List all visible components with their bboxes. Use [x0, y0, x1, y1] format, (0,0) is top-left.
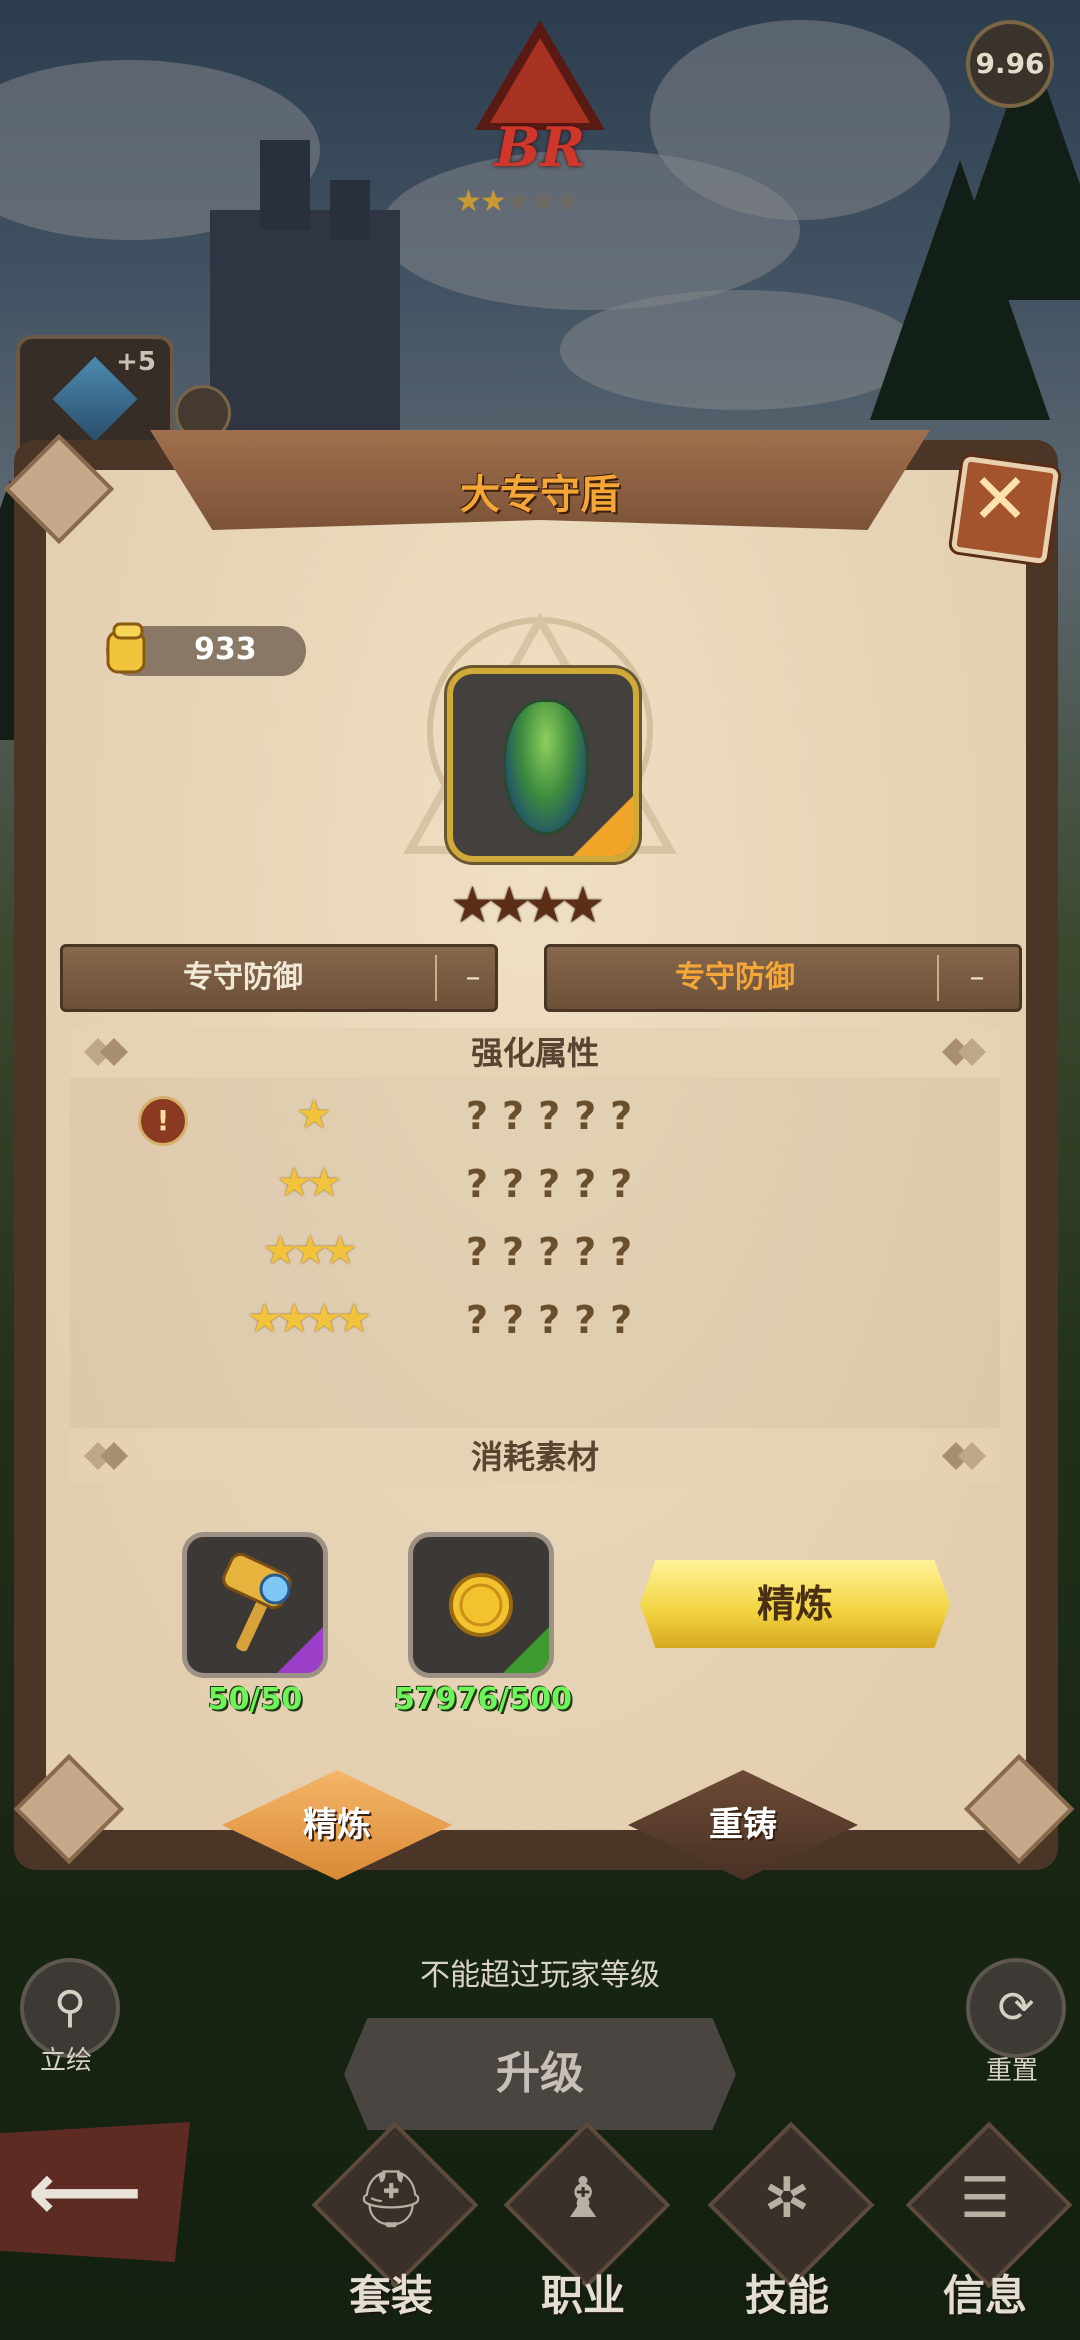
portrait-label: 立绘 — [39, 2046, 92, 2076]
refresh-icon: ⟳ — [997, 1982, 1035, 2033]
item-icon-frame[interactable] — [447, 668, 639, 862]
rank-emblem: BR — [465, 20, 615, 179]
attr-row-stars: ★★★ — [262, 1228, 358, 1274]
material-hammer[interactable] — [182, 1532, 328, 1678]
document-icon: ☰ — [959, 2166, 1011, 2231]
exclusive-skill-left[interactable]: 专守防御 – — [60, 944, 498, 1012]
attributes-header: 强化属性 — [70, 1028, 1000, 1078]
reset-label: 重置 — [985, 2056, 1038, 2086]
nav-info[interactable]: ☰ 信息 — [905, 2121, 1073, 2336]
exclusive-label: 专守防御 — [183, 960, 303, 995]
nav-class[interactable]: ♝ 职业 — [503, 2121, 671, 2336]
material-count: 50/50 — [207, 1682, 303, 1717]
nav-skill-label: 技能 — [744, 2271, 829, 2320]
attr-row-value: ????? — [466, 1298, 647, 1342]
tab-refine-label: 精炼 — [303, 1805, 371, 1845]
attr-row-stars: ★★★★ — [246, 1296, 372, 1342]
chess-piece-icon: ♝ — [557, 2166, 609, 2231]
nav-set[interactable]: ⛑ 套装 — [311, 2121, 479, 2336]
rank-stars: ★★★★★ — [455, 184, 581, 219]
nav-info-label: 信息 — [942, 2271, 1027, 2320]
skill-icon: ✲ — [763, 2166, 811, 2231]
close-button[interactable]: ✕ — [945, 450, 1060, 565]
reset-button[interactable]: ⟳ — [966, 1958, 1066, 2058]
attributes-title: 强化属性 — [470, 1034, 599, 1072]
exclusive-value: – — [969, 960, 985, 995]
nav-set-label: 套装 — [348, 2271, 433, 2320]
enhance-level: +5 — [116, 347, 156, 377]
materials-title: 消耗素材 — [470, 1438, 599, 1476]
warning-icon[interactable]: ! — [138, 1096, 188, 1146]
helmet-icon: ⛑ — [355, 2167, 427, 2232]
attr-row-value: ????? — [466, 1230, 647, 1274]
ornament-icon — [942, 1442, 986, 1470]
nav-skill[interactable]: ✲ 技能 — [707, 2121, 875, 2336]
materials-header: 消耗素材 — [70, 1432, 1000, 1482]
exclusive-label: 专守防御 — [675, 960, 795, 995]
attr-row-value: ????? — [466, 1162, 647, 1206]
power-display: 933 — [106, 622, 306, 676]
attr-row-stars: ★ — [296, 1092, 332, 1138]
ornament-icon — [942, 1038, 986, 1066]
refine-button[interactable]: 精炼 — [640, 1560, 950, 1648]
exclusive-skill-right[interactable]: 专守防御 – — [544, 944, 1022, 1012]
tab-refine[interactable]: 精炼 — [222, 1770, 452, 1880]
back-arrow-icon: ⟵ — [27, 2145, 143, 2238]
tab-reforge[interactable]: 重铸 — [628, 1770, 858, 1880]
fist-icon — [106, 622, 146, 674]
attr-row-value: ????? — [466, 1094, 647, 1138]
level-hint: 不能超过玩家等级 — [420, 1958, 660, 1993]
power-value: 933 — [194, 632, 257, 667]
upgrade-button-label: 升级 — [496, 2048, 584, 2099]
rank-text: BR — [494, 115, 586, 179]
exclusive-value: – — [465, 960, 481, 995]
material-gold[interactable] — [408, 1532, 554, 1678]
upgrade-button[interactable]: 升级 — [344, 2018, 736, 2130]
nav-class-label: 职业 — [540, 2271, 625, 2320]
close-icon: ✕ — [970, 458, 1030, 540]
material-count: 57976/500 — [394, 1682, 572, 1717]
item-stars: ★★★★ — [450, 876, 605, 934]
attr-row-stars: ★★ — [276, 1160, 342, 1206]
rating-badge: 9.96 — [966, 20, 1054, 108]
panel-title: 大专守盾 — [460, 472, 620, 518]
back-button[interactable]: ⟵ — [0, 2122, 190, 2262]
tab-reforge-label: 重铸 — [709, 1805, 777, 1845]
refine-button-label: 精炼 — [756, 1582, 833, 1626]
